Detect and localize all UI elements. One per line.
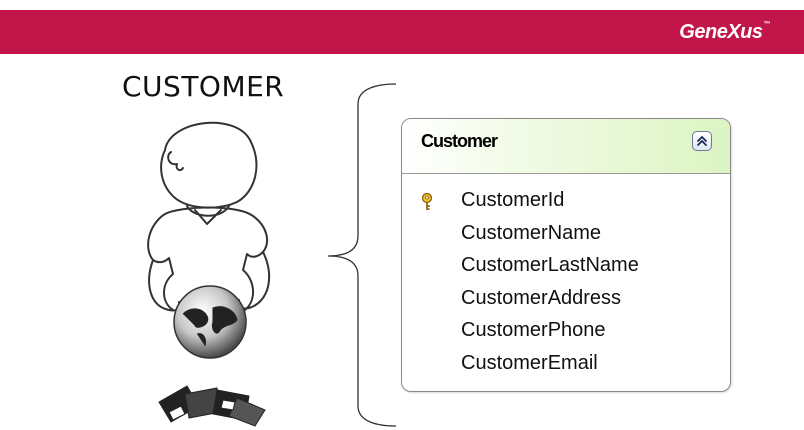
entity-label: CUSTOMER xyxy=(122,70,285,103)
genexus-logo: GeneXus™ xyxy=(679,21,770,44)
brand-trademark: ™ xyxy=(763,21,771,28)
collapse-button[interactable] xyxy=(692,131,712,151)
curly-brace xyxy=(327,83,397,427)
photos-icon xyxy=(158,385,266,427)
transaction-structure-box: Customer CustomerId CustomerName Custome… xyxy=(401,118,731,392)
attribute-name: CustomerEmail xyxy=(461,351,598,374)
attribute-name: CustomerName xyxy=(461,221,602,244)
header-bar: GeneXus™ xyxy=(0,10,804,54)
transaction-name: Customer xyxy=(421,131,498,151)
customer-collar xyxy=(194,209,222,225)
customer-illustration xyxy=(147,121,271,427)
double-chevron-up-icon xyxy=(697,136,707,146)
transaction-header: Customer xyxy=(402,119,730,174)
attribute-name: CustomerAddress xyxy=(461,286,622,309)
brand-name: GeneXus xyxy=(679,21,763,43)
attribute-name: CustomerPhone xyxy=(461,319,606,341)
attribute-name: CustomerLastName xyxy=(461,254,639,276)
customer-ear xyxy=(167,151,184,172)
attribute-name: CustomerId xyxy=(461,189,565,211)
key-icon xyxy=(421,192,433,210)
customer-right-arm xyxy=(237,251,271,310)
